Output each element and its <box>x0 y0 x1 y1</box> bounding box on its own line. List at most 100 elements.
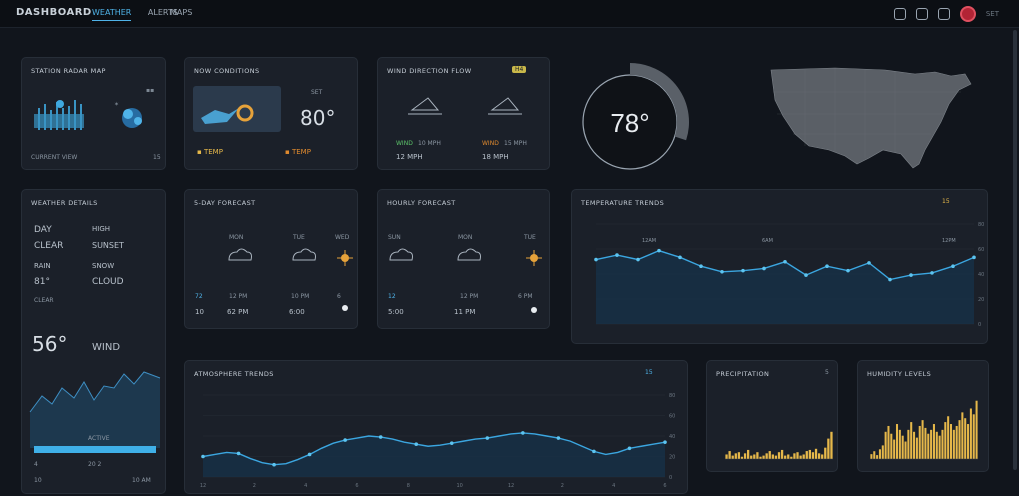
data-point <box>951 264 955 269</box>
x-tick-label: 2 <box>253 483 256 489</box>
forecast1-icons <box>228 248 353 311</box>
data-point <box>909 273 913 277</box>
card-precipitation: PRECIPITATION 5 <box>706 360 838 472</box>
bar <box>918 425 921 459</box>
card-forecast-1: 5-DAY FORECAST MON TUE WED 72 12 PM 10 P… <box>184 189 358 329</box>
atmosphere-line-chart: 80604020012 2 4 6 8 10 12 2 4 6 <box>200 393 676 489</box>
forecast2-v2: 12 PM <box>460 293 479 300</box>
bar <box>747 449 750 459</box>
bar <box>895 424 899 459</box>
bar <box>944 422 947 459</box>
bar <box>873 451 876 459</box>
nav-item-weather[interactable]: WEATHER <box>92 8 132 21</box>
data-point <box>678 255 682 260</box>
settings-icon[interactable] <box>937 8 950 20</box>
detail-foot-4: 10 AM <box>132 477 151 484</box>
detail-foot-2: 20 2 <box>88 461 102 468</box>
svg-text:▪▪: ▪▪ <box>146 87 154 94</box>
annotation-label: 6AM <box>762 238 773 244</box>
bar <box>924 427 927 459</box>
bar <box>808 449 811 459</box>
bar <box>768 451 771 459</box>
bar <box>890 433 893 459</box>
card-humidity: HUMIDITY LEVELS <box>857 360 989 472</box>
data-point <box>972 255 976 260</box>
svg-text:SET: SET <box>311 89 323 96</box>
bar <box>771 454 774 459</box>
x-tick-label: 12 <box>508 483 514 489</box>
data-point <box>783 259 787 264</box>
wind-val-1: 10 MPH <box>418 140 441 147</box>
bar <box>731 455 734 459</box>
y-tick-label: 20 <box>669 455 675 461</box>
series-area <box>203 432 665 477</box>
data-point <box>930 271 934 275</box>
bar <box>737 452 741 459</box>
grid-icon[interactable] <box>893 8 906 20</box>
bar <box>927 433 930 459</box>
data-point <box>888 277 892 282</box>
bar <box>790 456 793 459</box>
bar <box>756 452 759 459</box>
avatar[interactable] <box>959 6 976 22</box>
card-radar: STATION RADAR MAP ✶ ▪▪ CURRENT VIEW 15 <box>21 57 166 170</box>
forecast1-w1: 10 <box>195 308 204 316</box>
bar <box>750 455 753 459</box>
y-tick-label: 80 <box>978 222 984 228</box>
forecast2-w2: 11 PM <box>454 308 476 316</box>
y-tick-label: 60 <box>669 414 675 420</box>
current-temp: 80° <box>300 106 336 130</box>
data-point <box>272 462 276 467</box>
bell-icon[interactable] <box>915 8 928 20</box>
bar <box>774 455 778 459</box>
temperature-line-chart: 80 60 40 20 0 12AM 6AM 12PM <box>594 222 984 328</box>
forecast1-v3: 10 PM <box>291 293 310 300</box>
y-tick-label: 40 <box>669 434 675 440</box>
bar <box>811 452 815 459</box>
bar <box>955 425 958 459</box>
bar <box>799 455 802 459</box>
bar <box>728 451 731 459</box>
bar <box>952 429 955 459</box>
bar <box>830 431 833 459</box>
low-label-text: TEMP <box>203 148 223 156</box>
y-tick-label: 60 <box>978 247 984 253</box>
detail-foot-1: 4 <box>34 461 38 468</box>
radar-footer-right: 15 <box>153 154 161 161</box>
data-point <box>804 273 808 277</box>
card-details: WEATHER DETAILS DAY HIGH CLEAR SUNSET RA… <box>21 189 166 494</box>
wind-label-1: WIND <box>396 140 413 147</box>
us-map[interactable] <box>765 60 985 180</box>
scrollbar[interactable] <box>1013 30 1017 470</box>
card-atmosphere-trends: ATMOSPHERE TRENDS 15 80 60 40 20 0 12 2 4 6 8 10 12… <box>184 360 688 494</box>
brand-logo: DASHBOARD <box>16 7 92 18</box>
bar <box>949 424 953 459</box>
forecast1-w2: 62 PM <box>227 308 249 316</box>
data-point <box>414 442 419 446</box>
bar <box>964 418 967 459</box>
bar <box>765 453 768 459</box>
data-point <box>762 266 766 271</box>
bar <box>814 448 818 459</box>
bar <box>898 429 901 459</box>
y-tick-label: 20 <box>978 297 984 303</box>
data-point <box>657 248 661 253</box>
x-tick-label: 8 <box>407 483 410 489</box>
bar <box>824 447 827 459</box>
bar <box>827 438 830 459</box>
forecast2-v1: 12 <box>388 293 396 300</box>
bar <box>777 452 781 459</box>
nav-item-maps[interactable]: MAPS <box>170 8 192 17</box>
bar <box>734 453 737 459</box>
forecast2-w1: 5:00 <box>388 308 404 316</box>
data-point <box>343 438 347 442</box>
data-point <box>485 436 490 440</box>
bar <box>884 431 887 459</box>
temperature-gauge: 78° <box>582 63 689 170</box>
data-point <box>636 257 640 262</box>
bar <box>921 420 924 459</box>
data-point <box>521 431 525 435</box>
bar <box>935 431 938 459</box>
bar <box>725 454 728 459</box>
bar <box>958 420 961 459</box>
